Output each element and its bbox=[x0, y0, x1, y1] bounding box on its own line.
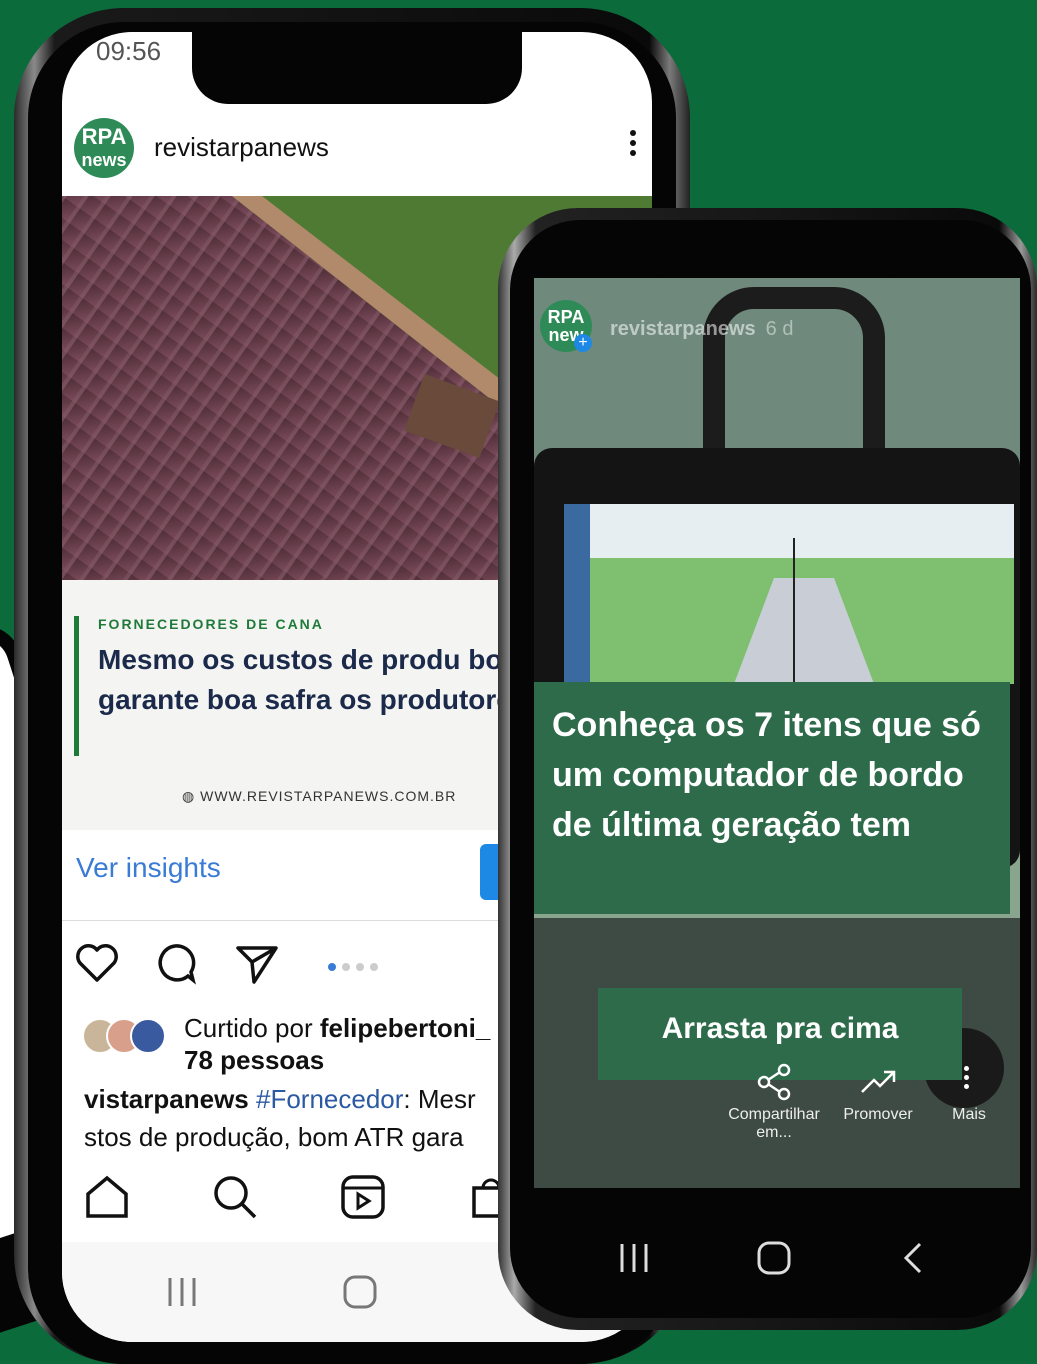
phone-notch bbox=[640, 234, 910, 282]
story-title: Conheça os 7 itens que só um computador … bbox=[552, 706, 981, 844]
system-nav bbox=[534, 1188, 1020, 1308]
post-site: ◍ WWW.REVISTARPANEWS.COM.BR bbox=[182, 788, 456, 805]
avatar-text-top: RPA bbox=[81, 124, 127, 149]
caption-text: : Mesr bbox=[403, 1084, 476, 1114]
avatar-text-bottom: news bbox=[81, 150, 127, 170]
post-header: RPA news revistarpanews bbox=[62, 112, 652, 192]
phone-notch bbox=[192, 32, 522, 104]
home-icon[interactable] bbox=[82, 1172, 132, 1222]
story-actions: Compartilhar em... Promover Mais bbox=[714, 1062, 1014, 1162]
caption-user[interactable]: vistarpanews bbox=[84, 1084, 249, 1114]
story-screen: RPA new + revistarpanews 6 d Conheça os 7 … bbox=[534, 278, 1020, 1188]
caption-hashtag[interactable]: #Fornecedor bbox=[256, 1084, 403, 1114]
likes-user[interactable]: felipebertoni_ bbox=[320, 1013, 490, 1043]
story-username-text: revistarpanews bbox=[610, 318, 756, 340]
accent-bar bbox=[74, 616, 79, 756]
likes-prefix: Curtido por bbox=[184, 1013, 320, 1043]
story-username[interactable]: revistarpanews 6 d bbox=[610, 318, 793, 341]
recents-icon[interactable] bbox=[162, 1272, 202, 1312]
swipe-up-label: Arrasta pra cima bbox=[661, 1012, 899, 1045]
avatar-text-top: RPA bbox=[547, 307, 585, 327]
search-icon[interactable] bbox=[210, 1172, 260, 1222]
likes-count: 78 pessoas bbox=[184, 1045, 325, 1075]
trend-up-icon[interactable] bbox=[858, 1062, 898, 1102]
username[interactable]: revistarpanews bbox=[154, 132, 329, 163]
home-button-icon[interactable] bbox=[340, 1272, 380, 1312]
insights-link[interactable]: Ver insights bbox=[76, 852, 221, 884]
share-icon[interactable] bbox=[754, 1062, 794, 1102]
comment-icon[interactable] bbox=[150, 938, 200, 988]
more-vertical-icon[interactable] bbox=[964, 1062, 972, 1093]
likes-text[interactable]: Curtido por felipebertoni_ 78 pessoas bbox=[184, 1012, 490, 1076]
send-icon[interactable] bbox=[232, 938, 282, 988]
post-site-text: WWW.REVISTARPANEWS.COM.BR bbox=[200, 788, 457, 804]
back-icon[interactable] bbox=[894, 1238, 934, 1278]
home-button-icon[interactable] bbox=[754, 1238, 794, 1278]
more-label: Mais bbox=[952, 1106, 986, 1123]
avatar[interactable]: RPA news bbox=[74, 118, 134, 178]
more-vertical-icon[interactable] bbox=[630, 126, 638, 160]
caption-line2: stos de produção, bom ATR gara bbox=[84, 1122, 464, 1152]
globe-icon: ◍ bbox=[182, 788, 201, 804]
post-category: FORNECEDORES DE CANA bbox=[98, 616, 324, 632]
story-time: 6 d bbox=[765, 318, 794, 340]
status-time: 09:56 bbox=[96, 36, 162, 66]
caption: vistarpanews #Fornecedor: Mesr stos de p… bbox=[84, 1080, 476, 1156]
heart-icon[interactable] bbox=[72, 938, 122, 988]
add-story-icon[interactable]: + bbox=[574, 334, 592, 352]
promote-label: Promover bbox=[843, 1106, 913, 1123]
reels-icon[interactable] bbox=[338, 1172, 388, 1222]
story-title-box: Conheça os 7 itens que só um computador … bbox=[534, 682, 1010, 914]
phone-instagram-story: RPA new + revistarpanews 6 d Conheça os 7 … bbox=[498, 208, 1037, 1330]
recents-icon[interactable] bbox=[614, 1238, 654, 1278]
liked-by-avatars bbox=[82, 1018, 172, 1054]
carousel-indicator bbox=[328, 958, 384, 976]
share-label: Compartilhar em... bbox=[728, 1106, 820, 1141]
